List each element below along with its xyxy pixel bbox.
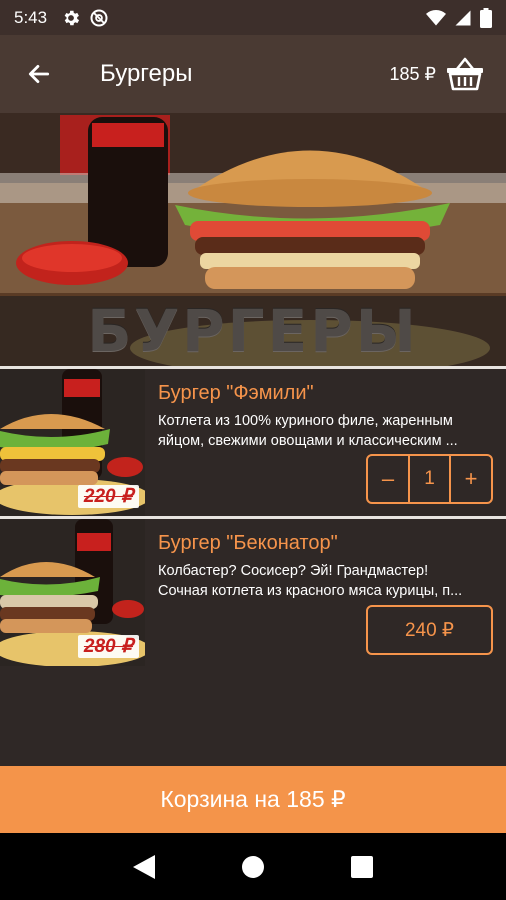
app-bar: Бургеры 185 ₽ bbox=[0, 35, 506, 113]
product-card[interactable]: 280 ₽ Бургер "Беконатор" Колбастер? Соси… bbox=[0, 519, 506, 666]
recents-square-icon bbox=[350, 855, 373, 878]
product-image: 280 ₽ bbox=[0, 519, 145, 666]
basket-icon bbox=[447, 57, 483, 91]
description-line: яйцом, свежими овощами и классическим ..… bbox=[158, 433, 458, 449]
old-price: 280 ₽ bbox=[77, 635, 139, 658]
signal-icon bbox=[455, 10, 471, 25]
old-price: 220 ₽ bbox=[77, 485, 139, 508]
status-bar: 5:43 bbox=[0, 0, 506, 35]
product-image: 220 ₽ bbox=[0, 369, 145, 516]
quantity-stepper: – 1 + bbox=[366, 454, 493, 504]
system-nav-bar bbox=[0, 833, 506, 900]
product-description: Котлета из 100% куриного филе, жаренным … bbox=[158, 411, 490, 451]
battery-icon bbox=[480, 7, 492, 28]
hero-banner: БУРГЕРЫ bbox=[0, 296, 506, 366]
description-line: Сочная котлета из красного мяса курицы, … bbox=[158, 583, 463, 599]
product-description: Колбастер? Сосисер? Эй! Грандмастер! Соч… bbox=[158, 561, 490, 601]
home-circle-icon bbox=[241, 855, 264, 878]
gear-icon bbox=[64, 10, 80, 25]
product-name: Бургер "Фэмили" bbox=[158, 382, 314, 404]
back-triangle-icon bbox=[133, 854, 156, 879]
nav-back-button[interactable] bbox=[124, 847, 164, 887]
decrease-quantity-button[interactable]: – bbox=[368, 456, 408, 502]
arrow-left-icon bbox=[28, 65, 50, 83]
at-sign-icon bbox=[90, 9, 108, 26]
basket-button[interactable] bbox=[442, 51, 488, 97]
header-cart-total: 185 ₽ bbox=[389, 63, 437, 84]
nav-home-button[interactable] bbox=[233, 847, 273, 887]
add-to-cart-button[interactable]: 240 ₽ bbox=[366, 605, 493, 655]
category-hero-image: БУРГЕРЫ bbox=[0, 113, 506, 366]
hero-banner-text: БУРГЕРЫ bbox=[87, 297, 419, 365]
description-line: Колбастер? Сосисер? Эй! Грандмастер! bbox=[158, 563, 429, 579]
description-line: Котлета из 100% куриного филе, жаренным bbox=[158, 413, 453, 429]
nav-recents-button[interactable] bbox=[342, 847, 382, 887]
cart-button[interactable]: Корзина на 185 ₽ bbox=[0, 766, 506, 833]
back-button[interactable] bbox=[22, 57, 56, 91]
wifi-icon bbox=[426, 9, 446, 25]
product-card[interactable]: 220 ₽ Бургер "Фэмили" Котлета из 100% ку… bbox=[0, 369, 506, 516]
page-title: Бургеры bbox=[100, 60, 193, 87]
product-name: Бургер "Беконатор" bbox=[158, 532, 338, 554]
quantity-value: 1 bbox=[408, 456, 451, 502]
increase-quantity-button[interactable]: + bbox=[451, 456, 491, 502]
status-time: 5:43 bbox=[14, 7, 48, 27]
